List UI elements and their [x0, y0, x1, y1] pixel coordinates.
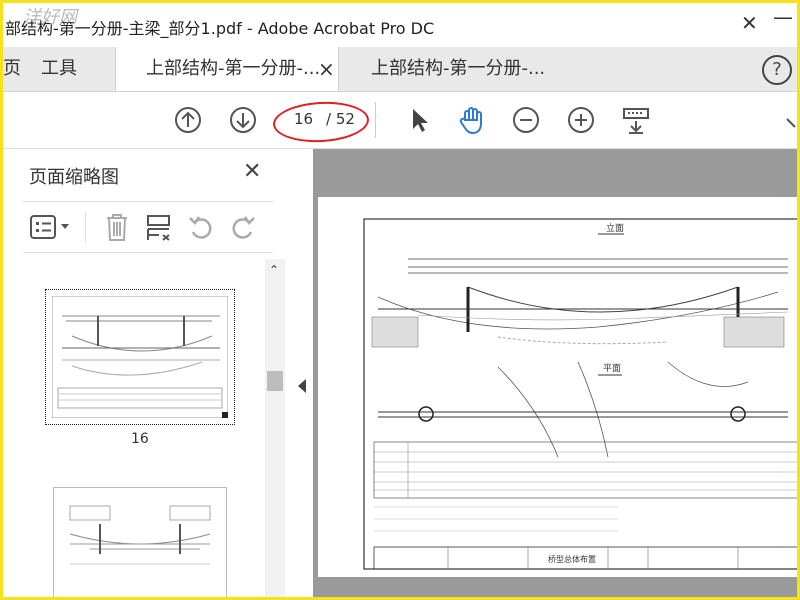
- select-tool-icon[interactable]: [405, 105, 435, 135]
- close-panel-icon[interactable]: ✕: [243, 159, 261, 184]
- rotate-counterclockwise-icon[interactable]: [187, 214, 215, 240]
- minimize-button[interactable]: —: [773, 5, 793, 29]
- plan-title: 平面: [603, 363, 621, 374]
- app-window: 部结构-第一分册-主梁_部分1.pdf - Adobe Acrobat Pro …: [0, 0, 800, 600]
- engineering-drawing: 立面 平面 桥型总体布置: [363, 218, 797, 570]
- extract-page-icon[interactable]: [145, 212, 173, 242]
- pdf-page: 立面 平面 桥型总体布置: [318, 197, 797, 577]
- thumbnail-page-number: 16: [131, 431, 149, 447]
- tab-bar: 页 工具 上部结构-第一分册-... × 上部结构-第一分册-... ?: [3, 47, 797, 92]
- thumbnail-options-icon[interactable]: [29, 214, 73, 240]
- tab-home[interactable]: 页: [3, 47, 21, 91]
- tab-tools[interactable]: 工具: [41, 47, 101, 91]
- previous-page-icon[interactable]: [173, 105, 203, 135]
- elevation-title: 立面: [606, 222, 624, 234]
- delete-page-icon[interactable]: [103, 212, 131, 242]
- main-toolbar: 16 / 52: [3, 92, 797, 149]
- thumbnail-list: 16: [23, 259, 263, 597]
- panel-title: 页面缩略图: [29, 167, 119, 188]
- close-window-button[interactable]: ✕: [741, 11, 758, 35]
- help-icon[interactable]: ?: [772, 59, 782, 80]
- thumbnail-page-17-image: [69, 505, 211, 565]
- minimize-icon[interactable]: —: [773, 5, 793, 29]
- thumbnails-panel: 页面缩略图 ✕ 16 ⌃: [3, 149, 290, 597]
- tab-document-1-label: 上部结构-第一分册-...: [146, 58, 321, 79]
- collapse-panel-icon[interactable]: [297, 379, 307, 393]
- rotate-clockwise-icon[interactable]: [229, 214, 257, 240]
- tab-document-2[interactable]: 上部结构-第一分册-...: [371, 47, 551, 91]
- hand-tool-icon[interactable]: [457, 105, 487, 135]
- panel-collapse-strip: [289, 149, 313, 597]
- document-viewer[interactable]: 立面 平面 桥型总体布置: [313, 149, 797, 597]
- zoom-in-icon[interactable]: [566, 105, 596, 135]
- toolbar-divider: [375, 102, 376, 138]
- zoom-out-icon[interactable]: [511, 105, 541, 135]
- close-icon[interactable]: ✕: [741, 11, 758, 35]
- scroll-up-icon[interactable]: ⌃: [269, 263, 279, 277]
- panel-toolbar: [23, 201, 273, 253]
- thumbnail-page-16[interactable]: [45, 289, 235, 425]
- panel-divider: [85, 212, 86, 242]
- thumbnail-page-17[interactable]: [53, 487, 227, 597]
- tab-document-1[interactable]: 上部结构-第一分册-... ×: [115, 47, 339, 91]
- thumbnail-scrollbar[interactable]: ⌃: [265, 259, 285, 597]
- next-page-icon[interactable]: [228, 105, 258, 135]
- drawing-caption: 桥型总体布置: [548, 554, 596, 564]
- watermark: 洋好网: [23, 7, 77, 28]
- close-tab-icon[interactable]: ×: [318, 47, 335, 91]
- thumbnail-page-16-image: [52, 296, 228, 418]
- more-tools-icon[interactable]: [783, 105, 800, 135]
- page-display-icon[interactable]: [621, 105, 651, 135]
- help-button[interactable]: ?: [762, 55, 792, 85]
- scrollbar-thumb[interactable]: [267, 371, 283, 391]
- title-bar: 部结构-第一分册-主梁_部分1.pdf - Adobe Acrobat Pro …: [3, 3, 797, 47]
